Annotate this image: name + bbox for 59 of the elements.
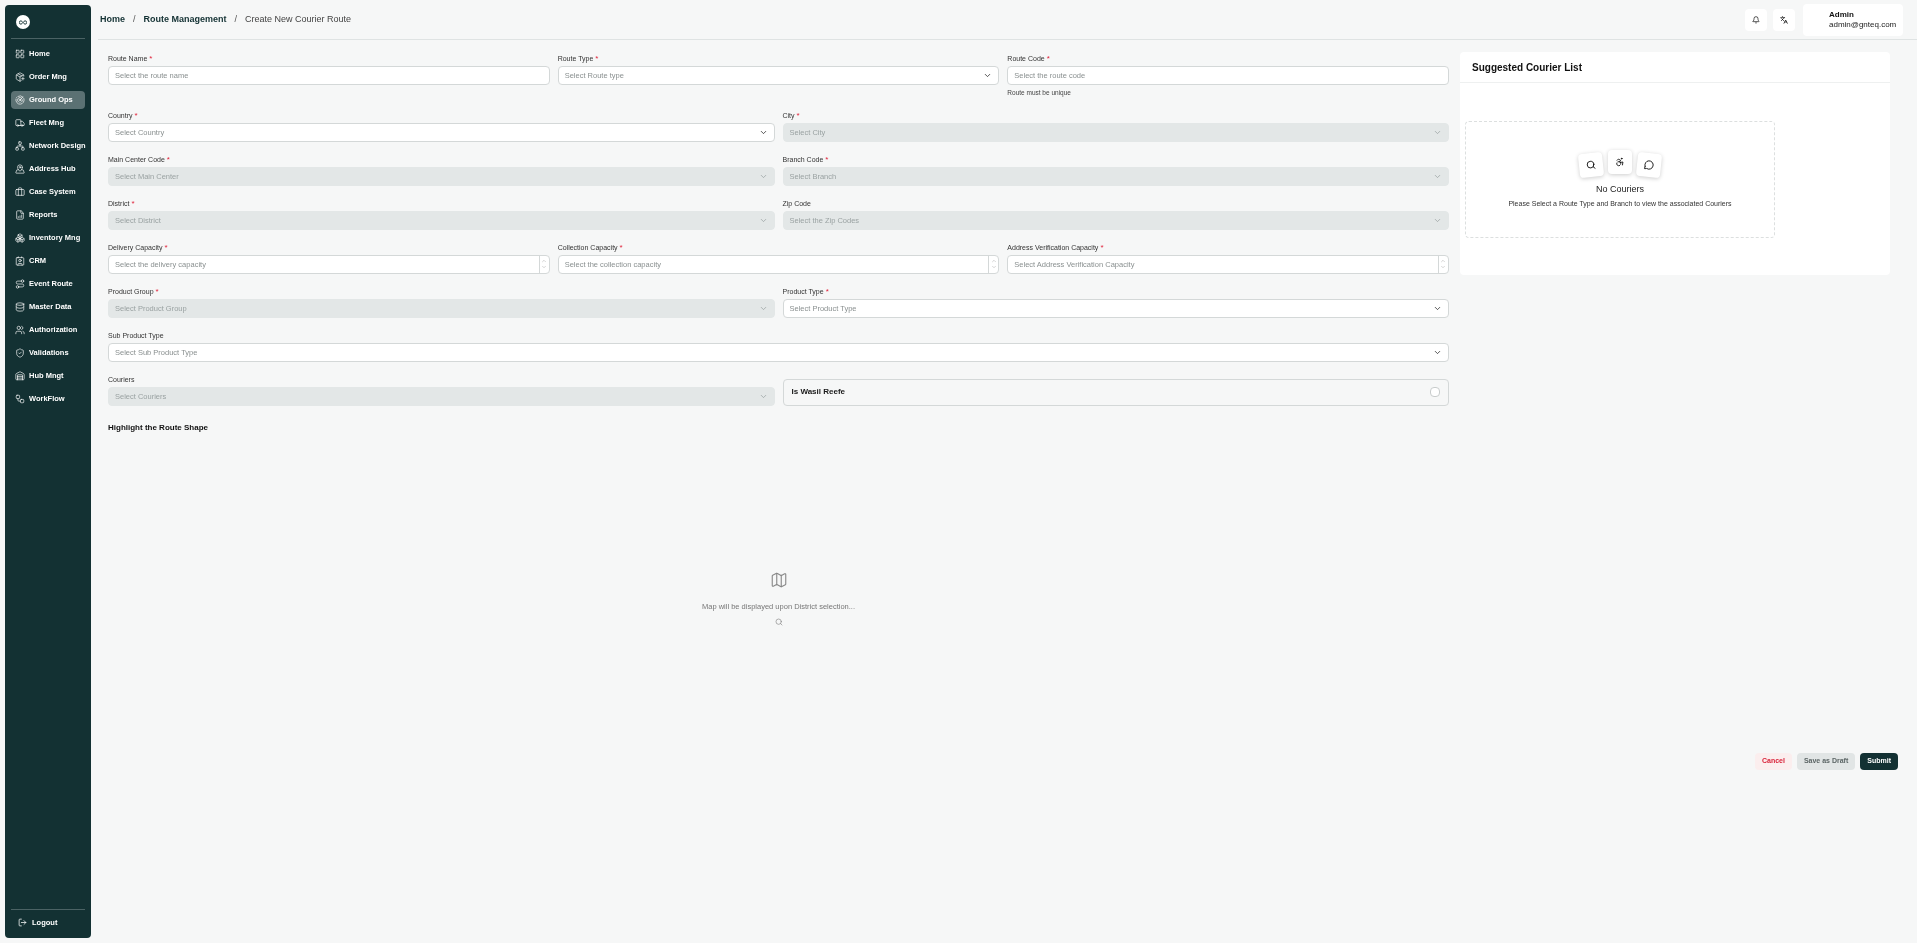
- required-mark: *: [825, 286, 829, 297]
- notification-button[interactable]: [1745, 8, 1767, 31]
- report-icon: [15, 210, 25, 220]
- contact-card-icon: [15, 256, 25, 266]
- required-mark: *: [155, 286, 159, 297]
- grid-icon: [15, 49, 25, 59]
- route-icon: [15, 279, 25, 289]
- search-icon: [774, 618, 783, 627]
- required-mark: *: [149, 54, 153, 64]
- chevron-down-icon: [990, 264, 997, 271]
- required-mark: *: [134, 110, 138, 121]
- workflow-icon: [15, 394, 25, 404]
- shield-icon: [15, 348, 25, 358]
- map-icon: [769, 571, 788, 590]
- truck-icon: [15, 118, 25, 128]
- required-mark: *: [1046, 54, 1050, 64]
- required-mark: *: [796, 110, 800, 121]
- required-mark: *: [825, 154, 829, 165]
- language-button[interactable]: [1773, 8, 1795, 31]
- breadcrumb-link[interactable]: Home: [100, 12, 125, 27]
- checkbox[interactable]: [1430, 387, 1440, 398]
- chevron-down-icon: [541, 264, 548, 271]
- breadcrumb-link[interactable]: Route Management: [143, 12, 227, 27]
- logo-icon[interactable]: [16, 15, 30, 29]
- required-mark: *: [619, 242, 623, 253]
- chevron-up-icon: [1440, 258, 1447, 265]
- map-pin-icon: [15, 164, 25, 174]
- logout-icon: [18, 917, 27, 927]
- bell-icon: [1752, 15, 1760, 24]
- users-icon: [15, 325, 25, 335]
- spinner-buttons[interactable]: [1438, 255, 1448, 273]
- radar-icon: [15, 95, 25, 105]
- chat-icon: [1635, 151, 1663, 179]
- translate-icon: [1780, 15, 1788, 24]
- chevron-down-icon: [1440, 264, 1447, 271]
- breadcrumb-separator: /: [133, 12, 136, 26]
- spinner-buttons[interactable]: [538, 255, 549, 273]
- briefcase-icon: [15, 187, 25, 197]
- breadcrumb-separator: /: [234, 12, 238, 26]
- required-mark: *: [164, 242, 168, 253]
- chevron-up-icon: [541, 258, 548, 265]
- chevron-down-icon: [983, 71, 993, 80]
- network-icon: [15, 141, 25, 151]
- required-mark: *: [595, 54, 599, 64]
- search-icon: [1577, 151, 1605, 179]
- warehouse-icon: [15, 371, 25, 381]
- chevron-up-icon: [990, 258, 997, 265]
- package-icon: [15, 72, 25, 82]
- required-mark: *: [131, 198, 135, 209]
- section-title: Highlight the Route Shape: [108, 421, 209, 434]
- required-mark: *: [1100, 242, 1104, 253]
- boxes-icon: [15, 233, 25, 243]
- user-card[interactable]: Admin admin@gnteq.com: [1803, 3, 1903, 36]
- panel-title: Suggested Courier List: [1460, 52, 1890, 83]
- checkbox-row[interactable]: Is Wasil Reefe: [782, 378, 1449, 406]
- database-icon: [15, 302, 25, 312]
- empty-title: No Couriers: [1596, 183, 1644, 196]
- required-mark: *: [166, 154, 170, 165]
- spinner-buttons[interactable]: [988, 255, 999, 273]
